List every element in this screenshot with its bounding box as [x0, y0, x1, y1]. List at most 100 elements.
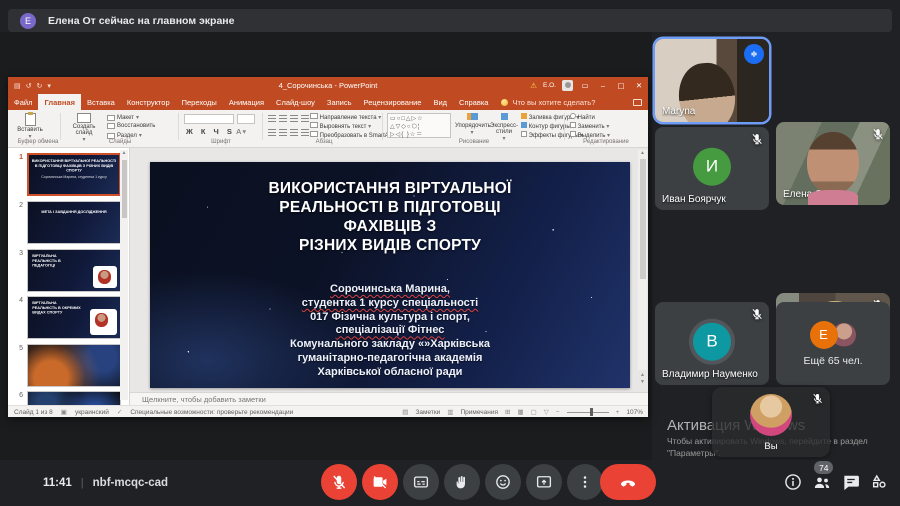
thumbnail-scrollbar[interactable] [120, 150, 128, 400]
presenting-banner-text: Елена От сейчас на главном экране [48, 15, 235, 27]
tab-file[interactable]: Файл [8, 94, 38, 110]
slide-subtitle: Сорочинська Марина, студентка 1 курсу сп… [150, 283, 630, 380]
view-slideshow-icon[interactable]: ▽ [544, 408, 549, 416]
slide-thumbnail-1[interactable]: ВИКОРИСТАННЯ ВІРТУАЛЬНОЇ РЕАЛЬНОСТІ В ПІ… [27, 153, 121, 196]
participant-tile-maryna[interactable]: Maryna [655, 39, 769, 122]
slide-thumbnail-3[interactable]: ВІРТУАЛЬНА РЕАЛЬНІСТЬ В ПЕДАГОГІЦІ [27, 249, 121, 292]
font-style-buttons[interactable]: Ж К Ч S [186, 127, 235, 136]
slide-thumbnail-6[interactable] [27, 391, 121, 405]
comments-icon[interactable] [633, 99, 642, 106]
section-button[interactable]: Раздел▾ [107, 132, 142, 139]
notes-pane[interactable]: Щелкните, чтобы добавить заметки [130, 392, 648, 405]
more-participants-tile[interactable]: E Ещё 65 чел. [776, 302, 890, 385]
powerpoint-titlebar: ▤ ↺ ↻ ▾ 4_Сорочинська - PowerPoint ⚠ Е.О… [8, 77, 648, 94]
arrange-button[interactable]: Упорядочить▾ [455, 113, 489, 136]
view-reading-icon[interactable]: ▢ [531, 408, 537, 416]
notes-toggle-icon: ▤ [402, 408, 408, 416]
layout-button[interactable]: Макет▾ [107, 114, 139, 121]
new-slide-button[interactable]: Создать слайд▾ [65, 113, 103, 143]
tab-design[interactable]: Конструктор [121, 94, 176, 110]
mic-toggle-button[interactable] [321, 464, 357, 500]
tab-animations[interactable]: Анимация [223, 94, 270, 110]
replace-button[interactable]: Заменить ▾ [570, 122, 609, 131]
end-call-button[interactable] [600, 464, 656, 500]
comments-toggle[interactable]: Примечания [460, 409, 498, 416]
slide-thumbnail-2[interactable]: МЕТА І ЗАВДАННЯ ДОСЛІДЖЕННЯ [27, 201, 121, 244]
text-direction-button[interactable]: Направление текста ▾ [310, 113, 381, 122]
slide-scrollbar[interactable]: ▲ [638, 150, 647, 370]
zoom-level[interactable]: 107% [626, 409, 643, 416]
zoom-slider[interactable] [567, 412, 609, 413]
tab-transitions[interactable]: Переходы [176, 94, 223, 110]
tab-view[interactable]: Вид [427, 94, 453, 110]
quick-styles-button[interactable]: Экспресс-стили▾ [489, 113, 519, 142]
align-buttons[interactable] [268, 129, 309, 136]
notes-toggle[interactable]: Заметки [415, 409, 440, 416]
group-paragraph-label: Абзац [316, 139, 333, 145]
account-avatar[interactable] [562, 80, 573, 91]
zoom-out-icon[interactable]: − [556, 409, 560, 416]
powerpoint-window[interactable]: ▤ ↺ ↻ ▾ 4_Сорочинська - PowerPoint ⚠ Е.О… [8, 77, 648, 417]
thumbnail-number: 6 [12, 392, 23, 399]
slide-canvas[interactable]: ВИКОРИСТАННЯ ВІРТУАЛЬНОЇ РЕАЛЬНОСТІ В ПІ… [150, 162, 630, 388]
align-text-button[interactable]: Выровнять текст ▾ [310, 122, 371, 131]
camera-toggle-button[interactable] [362, 464, 398, 500]
shapes-gallery[interactable]: ▭○□△▷☆△▽◇○⬡¦▷◁{ }☆＝ [387, 113, 451, 138]
activities-icon[interactable] [869, 472, 889, 492]
slide-title: ВИКОРИСТАННЯ ВІРТУАЛЬНОЇ РЕАЛЬНОСТІ В ПІ… [150, 179, 630, 255]
self-view-tile[interactable]: Вы [712, 387, 830, 457]
chat-icon[interactable] [841, 472, 861, 492]
close-button[interactable]: ✕ [633, 81, 645, 90]
participant-tile-elena-ot[interactable]: Елена От [776, 122, 890, 205]
meeting-details-icon[interactable] [783, 472, 803, 492]
font-size-select[interactable] [237, 114, 255, 124]
tell-me-box[interactable]: Что вы хотите сделать? [508, 94, 599, 110]
participant-tile-vladimir[interactable]: В Владимир Науменко [655, 302, 769, 385]
qat-dropdown-icon[interactable]: ▾ [47, 82, 51, 90]
tab-insert[interactable]: Вставка [81, 94, 121, 110]
slide-thumbnail-4[interactable]: ВІРТУАЛЬНА РЕАЛЬНІСТЬ В ОКРЕМИХ ВИДАХ СП… [27, 296, 121, 339]
slide-thumbnail-5[interactable] [27, 344, 121, 387]
slide-nav-buttons[interactable]: ▲▼ [638, 372, 647, 386]
captions-button[interactable] [403, 464, 439, 500]
account-initials[interactable]: Е.О. [543, 82, 556, 89]
avatar: И [693, 147, 731, 185]
list-buttons[interactable] [268, 115, 309, 122]
accessibility-status[interactable]: Специальные возможности: проверьте реком… [130, 409, 293, 416]
reset-button[interactable]: Восстановить [107, 123, 155, 129]
tab-home[interactable]: Главная [38, 94, 81, 110]
present-screen-button[interactable] [526, 464, 562, 500]
minimize-button[interactable]: – [597, 81, 609, 90]
presenting-banner: Е Елена От сейчас на главном экране [8, 9, 892, 32]
paste-button[interactable]: Вставить▾ [14, 113, 46, 140]
save-icon[interactable]: ▤ [14, 82, 21, 90]
font-name-select[interactable] [184, 114, 234, 124]
more-options-button[interactable] [567, 464, 603, 500]
participant-tile-ivan[interactable]: И Иван Боярчук [655, 127, 769, 210]
shape-outline-button[interactable]: Контур фигуры ▾ [521, 122, 575, 131]
view-sorter-icon[interactable]: ▦ [517, 408, 523, 416]
language-indicator[interactable]: украинский [75, 409, 109, 416]
tab-record[interactable]: Запись [321, 94, 358, 110]
font-more-buttons[interactable]: A▾ [236, 127, 247, 136]
ribbon-display-options-icon[interactable]: ▭ [579, 81, 591, 90]
raise-hand-button[interactable] [444, 464, 480, 500]
undo-icon[interactable]: ↺ [26, 82, 32, 90]
tab-help[interactable]: Справка [453, 94, 494, 110]
thumbnail-scroll-up-icon[interactable]: ▲ [120, 150, 128, 156]
zoom-in-icon[interactable]: + [616, 409, 620, 416]
view-normal-icon[interactable]: ⊞ [505, 408, 510, 416]
more-participants-label: Ещё 65 чел. [803, 355, 862, 367]
participants-icon[interactable] [812, 472, 832, 492]
tab-slideshow[interactable]: Слайд-шоу [270, 94, 321, 110]
maximize-button[interactable]: ▢ [615, 81, 627, 90]
thumbnail-number: 4 [12, 297, 23, 304]
quick-access-toolbar[interactable]: ▤ ↺ ↻ ▾ [14, 82, 51, 90]
redo-icon[interactable]: ↻ [37, 82, 43, 90]
accessibility-icon: ✓ [117, 408, 122, 416]
reactions-button[interactable] [485, 464, 521, 500]
warning-icon[interactable]: ⚠ [530, 81, 537, 90]
slide-thumbnail-panel[interactable]: 1 ВИКОРИСТАННЯ ВІРТУАЛЬНОЇ РЕАЛЬНОСТІ В … [8, 148, 130, 405]
tab-review[interactable]: Рецензирование [358, 94, 428, 110]
find-button[interactable]: Найти [570, 113, 595, 122]
